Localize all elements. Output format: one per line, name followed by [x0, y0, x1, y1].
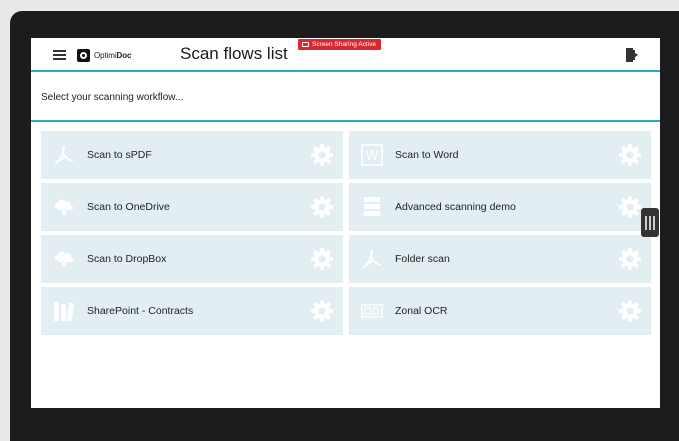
pdf-icon: [362, 249, 382, 268]
stack-icon: [364, 197, 380, 216]
logo-text: OptimiDoc: [94, 50, 132, 60]
settings-gear-icon[interactable]: [309, 246, 335, 272]
logo-mark-icon: [77, 48, 90, 62]
flow-label: Scan to Word: [395, 149, 459, 161]
flow-tile-scan-to-spdf[interactable]: Scan to sPDF: [41, 131, 343, 179]
svg-text:W: W: [366, 149, 379, 164]
ocr-icon: [361, 304, 383, 318]
settings-gear-icon[interactable]: [617, 142, 643, 168]
flow-label: Zonal OCR: [395, 305, 448, 317]
top-bar: OptimiDoc Scan flows list Screen Sharing…: [31, 38, 660, 72]
flow-tile-zonal-ocr[interactable]: Zonal OCR: [349, 287, 651, 335]
settings-gear-icon[interactable]: [309, 194, 335, 220]
workflow-prompt-bar: Select your scanning workflow...: [31, 74, 660, 122]
optimidoc-logo: OptimiDoc: [77, 48, 131, 62]
monitor-icon: [302, 42, 309, 47]
settings-gear-icon[interactable]: [309, 298, 335, 324]
flow-tile-advanced-scanning-demo[interactable]: Advanced scanning demo: [349, 183, 651, 231]
flow-tile-sharepoint-contracts[interactable]: SharePoint - Contracts: [41, 287, 343, 335]
flow-label: Advanced scanning demo: [395, 201, 516, 213]
flow-label: Scan to DropBox: [87, 253, 167, 265]
flow-tile-scan-to-dropbox[interactable]: Scan to DropBox: [41, 235, 343, 283]
flow-tile-scan-to-word[interactable]: W Scan to Word: [349, 131, 651, 179]
settings-gear-icon[interactable]: [309, 142, 335, 168]
pdf-icon: [54, 145, 74, 164]
flow-tile-folder-scan[interactable]: Folder scan: [349, 235, 651, 283]
logout-icon[interactable]: [625, 47, 639, 63]
flow-label: Folder scan: [395, 253, 450, 265]
settings-gear-icon[interactable]: [617, 298, 643, 324]
flow-tile-scan-to-onedrive[interactable]: Scan to OneDrive: [41, 183, 343, 231]
settings-gear-icon[interactable]: [617, 246, 643, 272]
app-screen: OptimiDoc Scan flows list Screen Sharing…: [31, 38, 660, 408]
side-drawer-handle[interactable]: [641, 208, 659, 237]
flow-label: Scan to sPDF: [87, 149, 152, 161]
workflow-prompt: Select your scanning workflow...: [41, 92, 184, 103]
flow-label: Scan to OneDrive: [87, 201, 170, 213]
screen-sharing-badge: Screen Sharing Active: [298, 39, 381, 50]
settings-gear-icon[interactable]: [617, 194, 643, 220]
page-title: Scan flows list: [180, 44, 288, 63]
cloud-icon: [54, 199, 74, 216]
screen-sharing-label: Screen Sharing Active: [312, 41, 376, 48]
cloud-icon: [54, 251, 74, 268]
books-icon: [54, 302, 75, 322]
word-icon: W: [361, 144, 383, 166]
hamburger-menu-icon[interactable]: [53, 50, 66, 60]
flow-label: SharePoint - Contracts: [87, 305, 194, 317]
